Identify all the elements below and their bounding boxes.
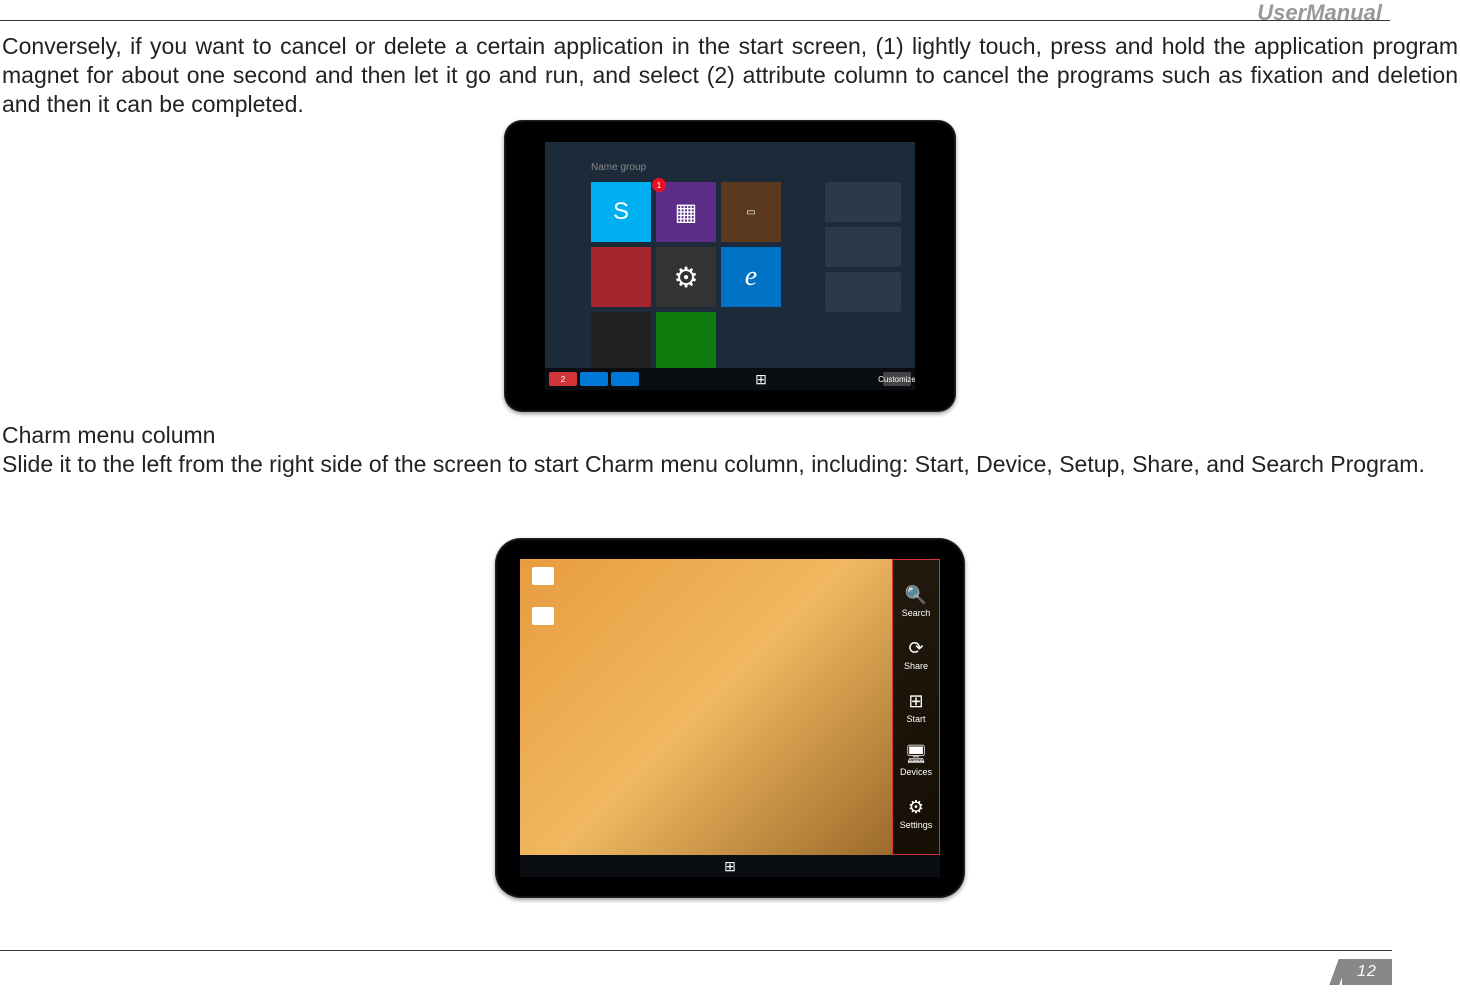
appbar-button-2[interactable] [611, 372, 639, 386]
share-icon: ⟳ [893, 638, 939, 659]
heading-charm-menu: Charm menu column [2, 422, 215, 449]
figure-tablet-start-screen: Name group S ▦ 1 ▭ ⚙ e [504, 120, 956, 412]
charm-devices[interactable]: 🖥 Devices [893, 744, 939, 777]
tile-app-dark[interactable] [591, 312, 651, 372]
charms-bar: 🔍 Search ⟳ Share ⊞ Start 🖥 Devices ⚙ Set… [892, 559, 940, 855]
figure-tablet-charms: 🔍 Search ⟳ Share ⊞ Start 🖥 Devices ⚙ Set… [495, 538, 965, 898]
tile-internet-explorer[interactable]: e [721, 247, 781, 307]
charm-settings[interactable]: ⚙ Settings [893, 797, 939, 830]
skype-icon: S [613, 198, 629, 226]
header-title: UserManual [1257, 0, 1382, 26]
desktop-icon-control[interactable] [528, 607, 558, 635]
search-icon: 🔍 [893, 585, 939, 606]
windows-logo-icon[interactable]: ⊞ [724, 859, 736, 873]
paragraph-cancel-delete: Conversely, if you want to cancel or del… [2, 32, 1458, 118]
tile-app-red[interactable] [591, 247, 651, 307]
tablet-screen-start: Name group S ▦ 1 ▭ ⚙ e [545, 142, 915, 390]
appbar-badge[interactable]: 2 [549, 372, 577, 386]
charm-start-label: Start [906, 714, 925, 724]
windows-start-icon: ⊞ [893, 691, 939, 712]
start-app-bar: 2 ⊞ Customize [545, 368, 915, 390]
tile-desktop[interactable]: ▭ [721, 182, 781, 242]
charm-start[interactable]: ⊞ Start [893, 691, 939, 724]
charm-settings-label: Settings [900, 820, 933, 830]
charm-share-label: Share [904, 661, 928, 671]
wide-tile-3[interactable] [825, 272, 901, 312]
tile-calendar[interactable]: ▦ 1 [656, 182, 716, 242]
charm-share[interactable]: ⟳ Share [893, 638, 939, 671]
calendar-badge: 1 [652, 178, 666, 192]
desktop-icon: ▭ [746, 207, 755, 218]
wide-tile-1[interactable] [825, 182, 901, 222]
header-rule [0, 20, 1390, 21]
desktop-taskbar: ⊞ [520, 855, 940, 877]
start-right-column [825, 182, 901, 312]
control-panel-icon [532, 607, 554, 625]
page-number: 12 [1342, 959, 1392, 985]
charm-devices-label: Devices [900, 767, 932, 777]
calendar-icon: ▦ [675, 198, 698, 227]
devices-icon: 🖥 [893, 744, 939, 765]
appbar-customize[interactable]: Customize [883, 372, 911, 386]
desktop-icon-recycle[interactable] [528, 567, 558, 595]
gear-icon: ⚙ [673, 261, 698, 294]
windows-logo-icon[interactable]: ⊞ [755, 372, 767, 386]
tile-app-green[interactable] [656, 312, 716, 372]
tile-skype[interactable]: S [591, 182, 651, 242]
paragraph-charm-menu: Slide it to the left from the right side… [2, 450, 1458, 479]
start-group-label: Name group [591, 162, 646, 173]
tile-settings[interactable]: ⚙ [656, 247, 716, 307]
appbar-button-1[interactable] [580, 372, 608, 386]
page-number-badge: 12 [1342, 959, 1392, 985]
recycle-bin-icon [532, 567, 554, 585]
wide-tile-2[interactable] [825, 227, 901, 267]
desktop-icon-column [528, 567, 558, 635]
charm-search-label: Search [902, 608, 931, 618]
start-tile-grid: S ▦ 1 ▭ ⚙ e [591, 182, 781, 372]
ie-icon: e [745, 261, 757, 293]
settings-gear-icon: ⚙ [893, 797, 939, 818]
charm-search[interactable]: 🔍 Search [893, 585, 939, 618]
footer-rule [0, 950, 1392, 951]
tablet-screen-desktop: 🔍 Search ⟳ Share ⊞ Start 🖥 Devices ⚙ Set… [520, 559, 940, 877]
